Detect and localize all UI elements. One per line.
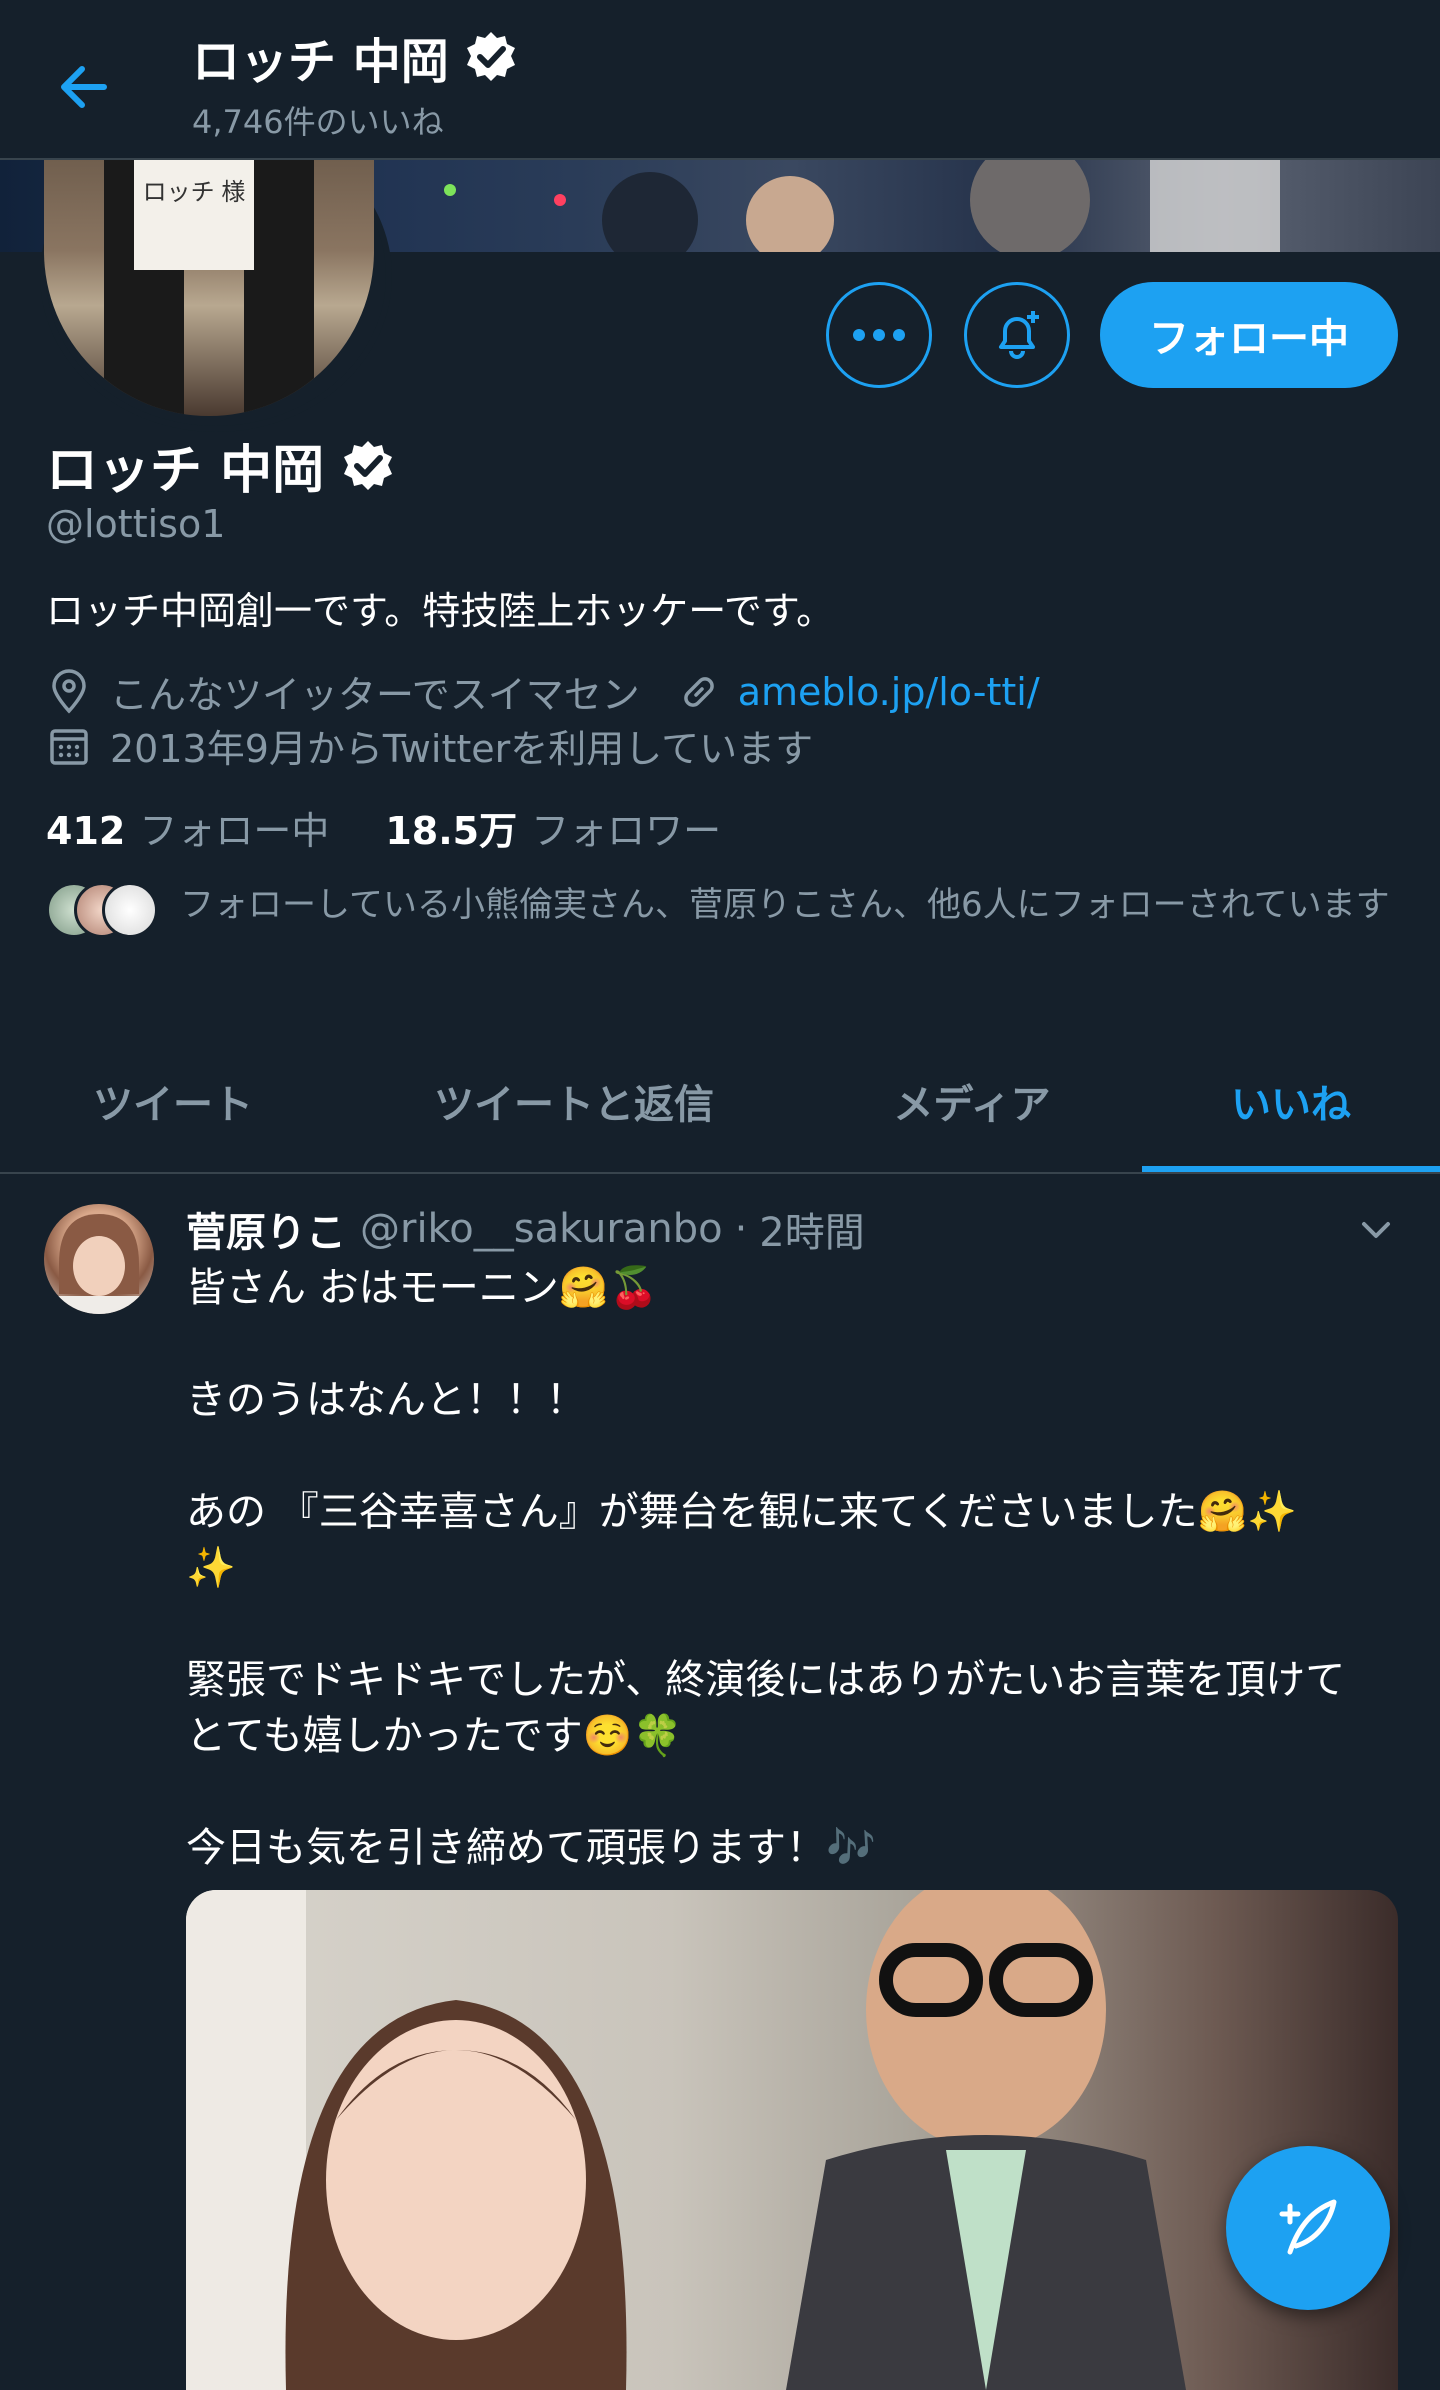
tweet-time[interactable]: 2時間 [759, 1200, 864, 1258]
tab-likes[interactable]: いいね [1142, 1030, 1440, 1172]
profile-tabs: ツイート ツイートと返信 メディア いいね [0, 1030, 1440, 1174]
follow-counts: 412 フォロー中 18.5万 フォロワー [46, 800, 721, 855]
tweet-avatar-image [44, 1214, 154, 1314]
header-name: ロッチ 中岡 [192, 34, 449, 90]
tweet-author-name[interactable]: 菅原りこ [186, 1200, 346, 1258]
following-count: 412 [46, 809, 126, 853]
top-bar: ロッチ 中岡 4,746件のいいね [0, 0, 1440, 160]
link-icon [683, 676, 714, 707]
back-button[interactable] [52, 55, 116, 119]
active-tab-indicator [1142, 1166, 1440, 1172]
calendar-icon [50, 728, 88, 765]
tweet-menu-button[interactable] [1356, 1210, 1396, 1250]
profile-joined-date: 2013年9月からTwitterを利用しています [110, 727, 814, 771]
chevron-down-icon [1362, 1222, 1390, 1238]
profile-name: ロッチ 中岡 [46, 428, 396, 503]
follower-avatar [102, 882, 158, 938]
back-arrow-icon [61, 66, 107, 108]
tweet-author-avatar[interactable] [44, 1204, 154, 1314]
profile-location: こんなツイッターでスイマセン [110, 673, 640, 717]
tweet-separator: · [734, 1206, 748, 1252]
verified-badge-icon [344, 440, 393, 490]
verified-badge-icon [466, 32, 515, 81]
compose-tweet-button[interactable] [1226, 2146, 1390, 2310]
profile-joined-row: 2013年9月からTwitterを利用しています [46, 718, 813, 773]
followers-label: フォロワー [531, 809, 722, 853]
profile-bio: ロッチ中岡創一です。特技陸上ホッケーです。 [46, 589, 835, 633]
more-button[interactable] [826, 282, 932, 388]
following-button[interactable]: フォロー中 [1100, 282, 1398, 388]
tweet-text: 皆さん おはモーニン🤗🍒 きのうはなんと！！！ あの 『三谷幸喜さん』が舞台を観… [186, 1265, 1346, 1871]
notifications-button[interactable] [964, 282, 1070, 388]
followers-count-link[interactable]: 18.5万 フォロワー [385, 800, 721, 855]
tab-tweets[interactable]: ツイート [0, 1030, 346, 1172]
bell-plus-icon [999, 311, 1039, 359]
profile-handle: @lottiso1 [46, 502, 226, 546]
location-pin-icon [52, 668, 86, 714]
tweet-photo-image [186, 1890, 1186, 2390]
avatar-sign-text: ロッチ 様 [143, 179, 246, 206]
header-title: ロッチ 中岡 [192, 22, 519, 92]
compose-tweet-icon [1279, 2199, 1337, 2255]
followers-count: 18.5万 [385, 809, 518, 853]
following-label: フォロー中 [139, 809, 330, 853]
tweet-header: 菅原りこ @riko__sakuranbo · 2時間 [186, 1200, 865, 1258]
more-icon [853, 329, 905, 341]
likes-count: 4,746件のいいね [192, 103, 444, 141]
profile-meta-row: こんなツイッターでスイマセン ameblo.jp/lo-tti/ [46, 664, 1040, 719]
tweet-author-handle[interactable]: @riko__sakuranbo [360, 1206, 723, 1252]
profile-name-text: ロッチ 中岡 [46, 441, 325, 501]
following-count-link[interactable]: 412 フォロー中 [46, 800, 329, 855]
tab-media[interactable]: メディア [802, 1030, 1142, 1172]
tweet-photo[interactable] [186, 1890, 1398, 2390]
profile-website-link[interactable]: ameblo.jp/lo-tti/ [738, 670, 1040, 714]
tab-tweets-and-replies[interactable]: ツイートと返信 [346, 1030, 802, 1172]
followed-by-text: フォローしている小熊倫実さん、菅原りこさん、他6人にフォローされています [180, 885, 1390, 925]
